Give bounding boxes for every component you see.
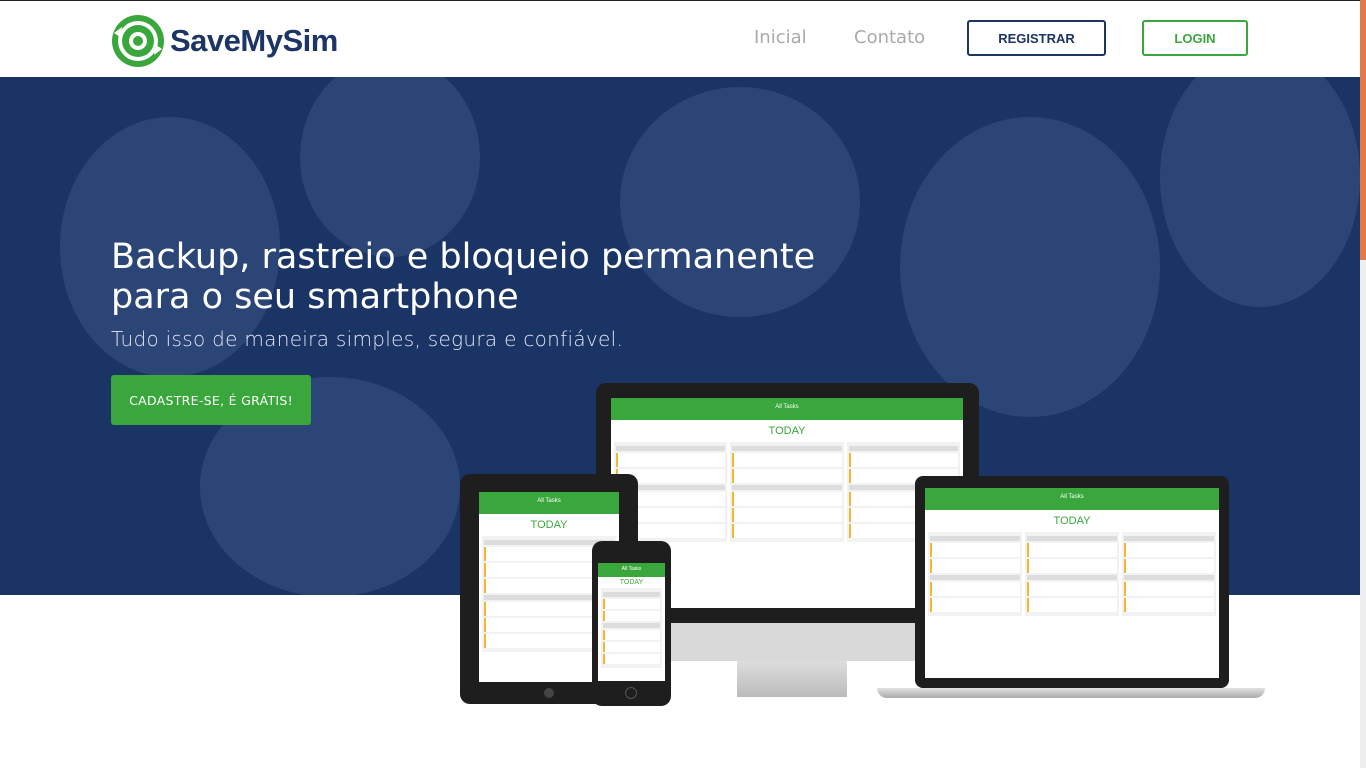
laptop-screen: All Tasks TODAY [925, 488, 1219, 678]
monitor-stand [737, 661, 847, 697]
brand-logo[interactable]: SaveMySim [110, 13, 338, 69]
task-column [1025, 532, 1119, 616]
task-column [1122, 532, 1216, 616]
laptop-mockup: All Tasks TODAY [915, 476, 1229, 688]
app-bar-title: All Tasks [1060, 494, 1084, 500]
background-blob [900, 117, 1160, 417]
tablet-home-button [544, 688, 554, 698]
today-label: TODAY [619, 579, 644, 586]
app-bar-title: All Tasks [775, 404, 799, 410]
today-label: TODAY [530, 519, 568, 531]
scrollbar-thumb[interactable] [1360, 0, 1366, 260]
app-bar: All Tasks [598, 563, 665, 577]
phone-mockup: All Tasks TODAY [592, 541, 671, 706]
laptop-base [877, 688, 1265, 698]
landing-page: SaveMySim Inicial Contato REGISTRAR LOGI… [0, 0, 1366, 768]
background-blob [1160, 77, 1360, 307]
register-button[interactable]: REGISTRAR [967, 20, 1106, 56]
phone-home-button [625, 687, 637, 699]
app-bar: All Tasks [925, 488, 1219, 510]
logo-icon [112, 15, 164, 67]
app-bar: All Tasks [479, 492, 619, 514]
signup-cta-button[interactable]: CADASTRE-SE, É GRÁTIS! [111, 375, 311, 425]
app-bar-title: All Tasks [621, 566, 642, 572]
brand-name: SaveMySim [170, 23, 338, 58]
background-blob [300, 77, 480, 257]
today-label: TODAY [1053, 515, 1091, 527]
task-columns [598, 588, 665, 668]
page-scrollbar[interactable] [1360, 0, 1366, 768]
site-header: SaveMySim Inicial Contato REGISTRAR LOGI… [0, 0, 1366, 77]
hero-title-line: para o seu smartphone [111, 277, 519, 317]
hero-title: Backup, rastreio e bloqueio permanente p… [111, 237, 871, 317]
app-bar: All Tasks [611, 398, 963, 420]
nav-link-contato[interactable]: Contato [854, 27, 925, 48]
app-bar-title: All Tasks [537, 498, 561, 504]
login-button[interactable]: LOGIN [1142, 20, 1248, 56]
task-column [730, 442, 844, 542]
phone-screen: All Tasks TODAY [598, 563, 665, 681]
hero-title-line: Backup, rastreio e bloqueio permanente [111, 237, 816, 277]
today-label: TODAY [768, 425, 806, 437]
hero-subtitle: Tudo isso de maneira simples, segura e c… [111, 327, 624, 351]
task-columns [611, 442, 963, 542]
task-column [928, 532, 1022, 616]
task-column [601, 588, 662, 668]
nav-link-inicial[interactable]: Inicial [754, 27, 807, 48]
task-columns [925, 532, 1219, 616]
